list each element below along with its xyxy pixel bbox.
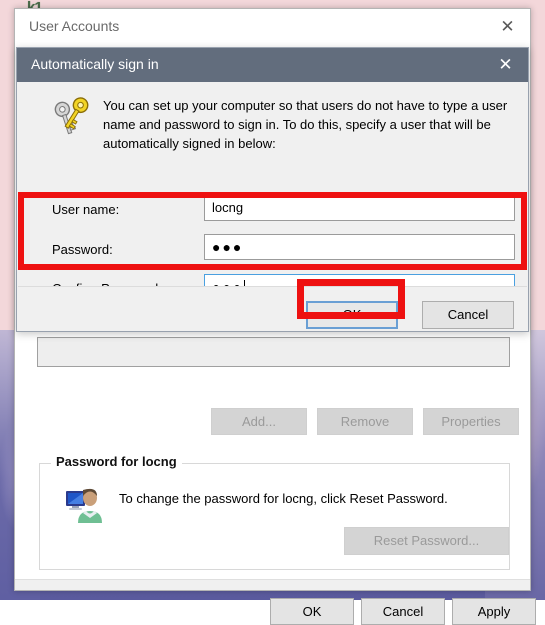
password-group-description: To change the password for locng, click …: [119, 491, 448, 506]
keys-icon: [52, 97, 96, 139]
automatically-sign-in-dialog: Automatically sign in ✕: [16, 47, 529, 332]
properties-button[interactable]: Properties: [423, 408, 519, 435]
dialog-ok-button[interactable]: OK: [306, 301, 398, 329]
dialog-titlebar: Automatically sign in ✕: [17, 48, 528, 82]
user-name-input[interactable]: locng: [204, 195, 515, 221]
dialog-content: You can set up your computer so that use…: [18, 82, 527, 286]
password-input[interactable]: ●●●: [204, 234, 515, 260]
dialog-body: You can set up your computer so that use…: [17, 82, 528, 331]
close-icon[interactable]: ✕: [483, 48, 528, 82]
cancel-button[interactable]: Cancel: [361, 598, 445, 625]
password-label: Password:: [52, 242, 113, 257]
dialog-description: You can set up your computer so that use…: [103, 96, 518, 153]
close-icon[interactable]: ✕: [485, 9, 530, 45]
apply-button[interactable]: Apply: [452, 598, 536, 625]
dialog-button-bar: OK Cancel: [18, 286, 527, 330]
user-accounts-titlebar: User Accounts ✕: [15, 9, 530, 45]
ok-button[interactable]: OK: [270, 598, 354, 625]
password-group-legend: Password for locng: [51, 454, 182, 469]
add-button[interactable]: Add...: [211, 408, 307, 435]
reset-password-button[interactable]: Reset Password...: [344, 527, 509, 555]
dialog-cancel-button[interactable]: Cancel: [422, 301, 514, 329]
remove-button[interactable]: Remove: [317, 408, 413, 435]
user-account-icon: [65, 485, 105, 525]
password-masked-value: ●●●: [212, 239, 243, 255]
user-name-label: User name:: [52, 202, 119, 217]
window-title: User Accounts: [29, 18, 119, 34]
accounts-listbox[interactable]: [37, 337, 510, 367]
user-accounts-footer: OK Cancel Apply: [15, 580, 530, 590]
dialog-title: Automatically sign in: [31, 56, 159, 72]
